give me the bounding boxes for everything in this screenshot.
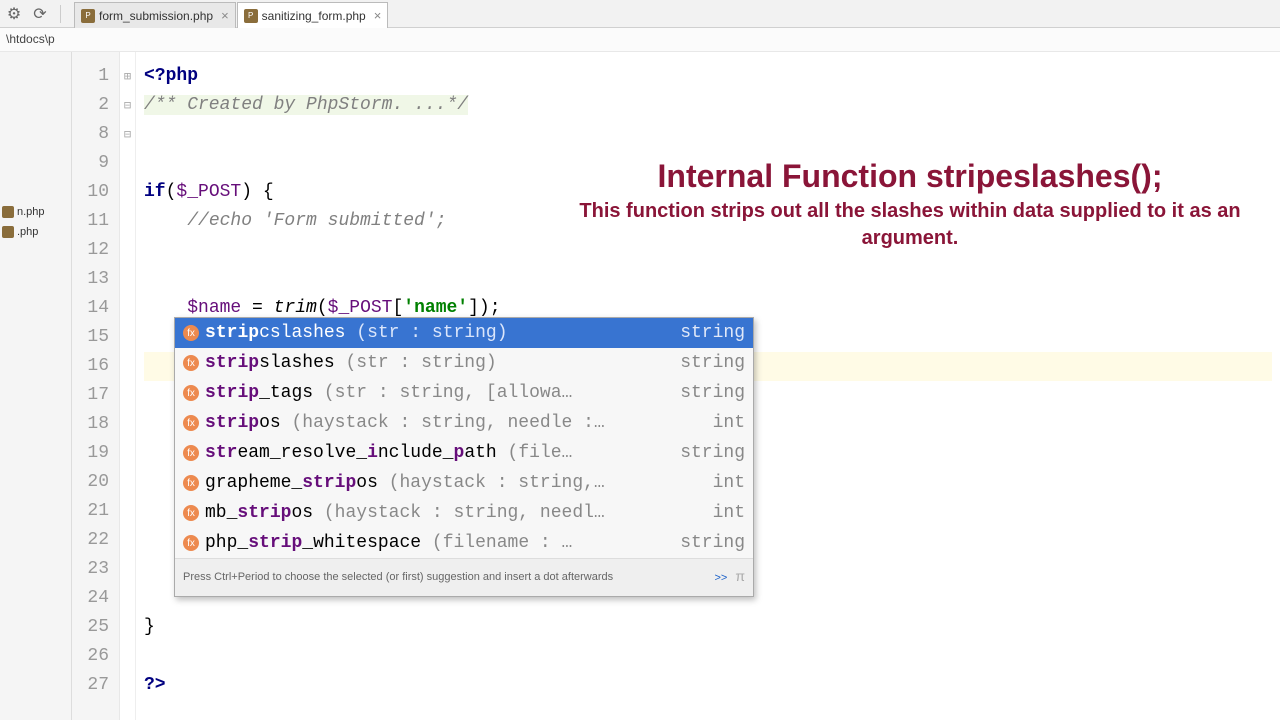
breadcrumb: \htdocs\p bbox=[0, 28, 1280, 52]
keyword-if: if bbox=[144, 182, 166, 202]
line-gutter: 1289101112131415161718192021222324252627 bbox=[72, 52, 120, 720]
tab-label: sanitizing_form.php bbox=[262, 9, 366, 23]
php-open-tag: <?php bbox=[144, 66, 198, 86]
var-name: $name bbox=[187, 298, 241, 318]
sidebar-file[interactable]: n.php bbox=[0, 202, 71, 222]
function-icon: fx bbox=[183, 385, 199, 401]
completion-type: string bbox=[680, 349, 745, 378]
fn-trim: trim bbox=[274, 298, 317, 318]
completion-item[interactable]: fx strip_tags (str : string, [allowa…stri… bbox=[175, 378, 753, 408]
doc-comment: /** Created by PhpStorm. ...*/ bbox=[144, 95, 468, 115]
completion-name: stripos (haystack : string, needle :… bbox=[205, 409, 707, 438]
completion-type: int bbox=[713, 409, 745, 438]
line-number: 14 bbox=[72, 294, 109, 323]
completion-name: stripslashes (str : string) bbox=[205, 349, 674, 378]
php-close-tag: ?> bbox=[144, 675, 166, 695]
completion-item[interactable]: fx stripcslashes (str : string)string bbox=[175, 318, 753, 348]
line-number: 1 bbox=[72, 62, 109, 91]
completion-item[interactable]: fx stripslashes (str : string)string bbox=[175, 348, 753, 378]
php-file-icon bbox=[2, 226, 14, 238]
completion-item[interactable]: fx mb_stripos (haystack : string, needl…i… bbox=[175, 498, 753, 528]
line-number: 26 bbox=[72, 642, 109, 671]
editor-tabs: P form_submission.php × P sanitizing_for… bbox=[74, 0, 389, 28]
completion-hint: Press Ctrl+Period to choose the selected… bbox=[175, 558, 753, 596]
function-icon: fx bbox=[183, 535, 199, 551]
line-number: 8 bbox=[72, 120, 109, 149]
php-file-icon: P bbox=[244, 9, 258, 23]
line-number: 22 bbox=[72, 526, 109, 555]
code-editor[interactable]: 1289101112131415161718192021222324252627… bbox=[72, 52, 1280, 720]
fold-marker[interactable]: ⊞ bbox=[120, 62, 135, 91]
sidebar-file-label: n.php bbox=[17, 206, 45, 218]
line-number: 19 bbox=[72, 439, 109, 468]
project-sidebar[interactable]: n.php .php bbox=[0, 52, 72, 720]
completion-type: string bbox=[680, 439, 745, 468]
php-file-icon: P bbox=[81, 9, 95, 23]
fold-marker[interactable]: ⊟ bbox=[120, 120, 135, 149]
function-icon: fx bbox=[183, 505, 199, 521]
code-area[interactable]: <?php /** Created by PhpStorm. ...*/ if(… bbox=[136, 52, 1280, 720]
comment: //echo 'Form submitted'; bbox=[187, 211, 446, 231]
line-number: 27 bbox=[72, 671, 109, 700]
code-text: ) { bbox=[241, 182, 273, 202]
function-icon: fx bbox=[183, 445, 199, 461]
completion-item[interactable]: fx stream_resolve_include_path (file…stri… bbox=[175, 438, 753, 468]
sidebar-file-label: .php bbox=[17, 226, 38, 238]
line-number: 15 bbox=[72, 323, 109, 352]
completion-type: string bbox=[680, 529, 745, 558]
line-number: 16 bbox=[72, 352, 109, 381]
fold-column[interactable]: ⊞⊟⊟ bbox=[120, 52, 136, 720]
completion-item[interactable]: fx stripos (haystack : string, needle :…i… bbox=[175, 408, 753, 438]
completion-more[interactable]: >> bbox=[714, 572, 727, 584]
gear-icon[interactable]: ⚙ bbox=[4, 4, 24, 24]
ide-toolbar: ⚙ ⟳ P form_submission.php × P sanitizing… bbox=[0, 0, 1280, 28]
close-brace: } bbox=[144, 617, 155, 637]
completion-name: grapheme_stripos (haystack : string,… bbox=[205, 469, 707, 498]
line-number: 20 bbox=[72, 468, 109, 497]
tab-label: form_submission.php bbox=[99, 9, 213, 23]
line-number: 2 bbox=[72, 91, 109, 120]
completion-type: int bbox=[713, 499, 745, 528]
php-file-icon bbox=[2, 206, 14, 218]
completion-type: int bbox=[713, 469, 745, 498]
completion-name: strip_tags (str : string, [allowa… bbox=[205, 379, 674, 408]
var-post: $_POST bbox=[328, 298, 393, 318]
function-icon: fx bbox=[183, 415, 199, 431]
completion-item[interactable]: fx grapheme_stripos (haystack : string,…i… bbox=[175, 468, 753, 498]
line-number: 9 bbox=[72, 149, 109, 178]
completion-name: mb_stripos (haystack : string, needl… bbox=[205, 499, 707, 528]
completion-name: php_strip_whitespace (filename : … bbox=[205, 529, 674, 558]
completion-name: stream_resolve_include_path (file… bbox=[205, 439, 674, 468]
sidebar-file[interactable]: .php bbox=[0, 222, 71, 242]
tab-sanitizing-form[interactable]: P sanitizing_form.php × bbox=[237, 2, 389, 28]
completion-type: string bbox=[680, 319, 745, 348]
pi-icon[interactable]: π bbox=[735, 568, 745, 584]
line-number: 13 bbox=[72, 265, 109, 294]
autocomplete-popup[interactable]: fxstripcslashes (str : string)stringfxst… bbox=[174, 317, 754, 597]
close-icon[interactable]: × bbox=[374, 8, 382, 23]
function-icon: fx bbox=[183, 475, 199, 491]
line-number: 25 bbox=[72, 613, 109, 642]
line-number: 17 bbox=[72, 381, 109, 410]
toolbar-separator bbox=[60, 5, 61, 23]
function-icon: fx bbox=[183, 355, 199, 371]
line-number: 11 bbox=[72, 207, 109, 236]
line-number: 12 bbox=[72, 236, 109, 265]
line-number: 18 bbox=[72, 410, 109, 439]
completion-item[interactable]: fx php_strip_whitespace (filename : …stri… bbox=[175, 528, 753, 558]
fold-marker[interactable]: ⊟ bbox=[120, 91, 135, 120]
refresh-icon[interactable]: ⟳ bbox=[30, 4, 50, 24]
line-number: 24 bbox=[72, 584, 109, 613]
tab-form-submission[interactable]: P form_submission.php × bbox=[74, 2, 236, 28]
string-name: 'name' bbox=[403, 298, 468, 318]
completion-type: string bbox=[680, 379, 745, 408]
line-number: 21 bbox=[72, 497, 109, 526]
close-icon[interactable]: × bbox=[221, 8, 229, 23]
line-number: 23 bbox=[72, 555, 109, 584]
function-icon: fx bbox=[183, 325, 199, 341]
line-number: 10 bbox=[72, 178, 109, 207]
var-post: $_POST bbox=[176, 182, 241, 202]
completion-name: stripcslashes (str : string) bbox=[205, 319, 674, 348]
